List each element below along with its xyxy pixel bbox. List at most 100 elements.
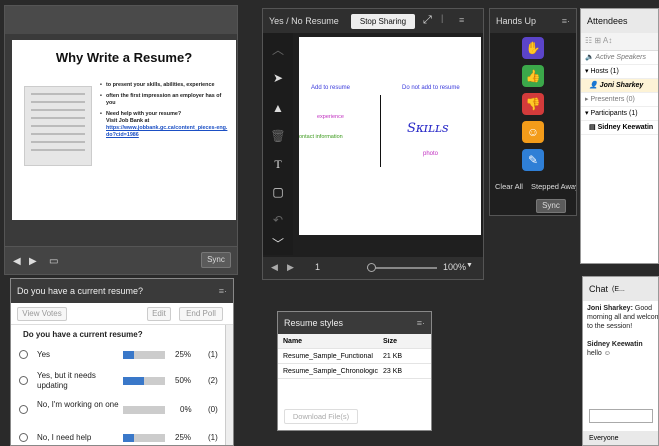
files-header: Resume styles ≡· <box>278 312 431 334</box>
file-row[interactable]: Resume_Sample_Chronological 23 KB <box>278 364 431 379</box>
answer-count: (1) <box>208 350 218 359</box>
answer-percent: 25% <box>175 433 192 442</box>
raise-hand-icon[interactable]: ✋ <box>522 37 544 59</box>
chat-input[interactable] <box>589 409 653 423</box>
whiteboard-header: Yes / No Resume Stop Sharing ⤢ | ≡ <box>263 9 483 33</box>
zoom-slider[interactable] <box>367 267 437 269</box>
divider: | <box>441 13 444 23</box>
answer-text: Yes, but it needs updating <box>37 371 96 390</box>
whiteboard-menu-icon[interactable]: ≡ <box>459 15 464 25</box>
hands-up-sync-button[interactable]: Sync <box>536 199 566 213</box>
next-arrow-icon[interactable]: ▶ <box>29 256 37 267</box>
add-to-resume-label: Add to resume <box>311 85 351 91</box>
resume-styles-pod: Resume styles ≡· Name Size Resume_Sample… <box>277 311 432 431</box>
answer-radio[interactable] <box>19 350 28 359</box>
participants-label: Participants (1) <box>590 110 638 117</box>
slide-sync-button[interactable]: Sync <box>201 252 231 268</box>
host-name: Joni Sharkey <box>599 82 644 89</box>
skills-handwriting: Sᴋɪʟʟs <box>407 121 449 136</box>
participant-name: Sidney Keewatin <box>597 124 654 131</box>
slide-bullets: to present your skills, abilities, exper… <box>100 82 230 143</box>
slide-bullet: often the first impression an employer h… <box>100 93 230 107</box>
tool-up-icon[interactable]: ︿ <box>269 41 287 59</box>
slide-bullet: Need help with your resume?Visit Job Ban… <box>100 111 230 139</box>
prev-arrow-icon[interactable]: ◀ <box>13 256 21 267</box>
name-column-header[interactable]: Name <box>278 338 378 345</box>
smile-icon[interactable]: ☺ <box>522 121 544 143</box>
text-tool-icon[interactable]: T <box>269 155 287 173</box>
delete-icon[interactable]: 🗑 <box>269 127 287 145</box>
sort-icon[interactable]: A↕ <box>603 36 612 45</box>
applause-icon[interactable]: ✎ <box>522 149 544 171</box>
hands-up-pod: Hands Up ≡· ✋ 👍 👎 ☺ ✎ Clear All Stepped … <box>489 8 577 216</box>
whiteboard-canvas[interactable]: Add to resume Do not add to resume exper… <box>299 37 481 235</box>
hands-up-header: Hands Up ≡· <box>490 9 576 33</box>
resume-image <box>24 86 92 166</box>
job-bank-link[interactable]: https://www.jobbank.gc.ca/content_pieces… <box>106 125 227 138</box>
active-speakers-label: Active Speakers <box>595 54 646 61</box>
answer-count: (1) <box>208 433 218 442</box>
answer-bar <box>123 406 165 414</box>
speaker-icon: 🔈 <box>585 54 594 61</box>
fullscreen-icon[interactable]: ▭ <box>49 256 58 267</box>
thumbs-down-icon[interactable]: 👎 <box>522 93 544 115</box>
chat-pod: Chat (E... Joni Sharkey: Good morning al… <box>582 276 659 446</box>
answer-radio[interactable] <box>19 376 28 385</box>
hands-up-menu-icon[interactable]: ≡· <box>562 16 570 26</box>
poll-scrollbar[interactable] <box>225 325 233 445</box>
page-number: 1 <box>315 262 321 272</box>
stop-sharing-button[interactable]: Stop Sharing <box>351 14 415 29</box>
poll-menu-icon[interactable]: ≡· <box>219 286 227 296</box>
presentation-header <box>5 6 237 34</box>
selection-tool-icon[interactable]: ➤ <box>269 69 287 87</box>
poll-question: Do you have a current resume? <box>23 330 143 339</box>
size-column-header[interactable]: Size <box>378 338 397 345</box>
message-text: hello ☺ <box>587 350 611 357</box>
attendees-header: Attendees <box>581 9 658 33</box>
zoom-slider-thumb[interactable] <box>367 263 376 272</box>
zoom-level[interactable]: 100% <box>443 262 466 272</box>
answer-percent: 25% <box>175 350 192 359</box>
prev-page-icon[interactable]: ◀ <box>271 262 278 273</box>
next-page-icon[interactable]: ▶ <box>287 262 294 273</box>
participants-group[interactable]: ▾ Participants (1) <box>581 107 658 121</box>
undo-icon[interactable]: ↶ <box>269 211 287 229</box>
answer-bar <box>123 377 165 385</box>
files-menu-icon[interactable]: ≡· <box>417 318 425 328</box>
thumbs-up-icon[interactable]: 👍 <box>522 65 544 87</box>
list-view-icon[interactable]: ☷ <box>585 36 592 45</box>
active-speakers-row: 🔈 Active Speakers <box>581 51 658 65</box>
attendees-toolbar: ☷ ⊞ A↕ <box>581 33 658 51</box>
hosts-group[interactable]: ▾ Hosts (1) <box>581 65 658 79</box>
host-row[interactable]: 👤 Joni Sharkey <box>581 79 658 93</box>
answer-radio[interactable] <box>19 405 28 414</box>
zoom-dropdown-icon[interactable]: ▼ <box>466 262 473 269</box>
presenters-group[interactable]: ▸ Presenters (0) <box>581 93 658 107</box>
download-files-button[interactable]: Download File(s) <box>284 409 358 424</box>
shape-tool-icon[interactable]: ▢ <box>269 183 287 201</box>
hosts-label: Hosts (1) <box>590 68 619 75</box>
answer-text: Yes <box>37 350 51 359</box>
answer-bar <box>123 351 165 359</box>
view-votes-button[interactable]: View Votes <box>17 307 67 321</box>
clear-all-button[interactable]: Clear All <box>495 182 523 191</box>
edit-poll-button[interactable]: Edit <box>147 307 171 321</box>
marker-tool-icon[interactable]: ▲ <box>269 99 287 117</box>
tool-down-icon[interactable]: ﹀ <box>269 235 287 253</box>
answer-radio[interactable] <box>19 433 28 442</box>
visit-text: Visit Job Bank at <box>106 118 150 124</box>
participant-row[interactable]: ▤ Sidney Keewatin <box>581 121 658 135</box>
end-poll-button[interactable]: End Poll <box>179 307 223 321</box>
file-row[interactable]: Resume_Sample_Functional 21 KB <box>278 349 431 364</box>
files-title: Resume styles <box>284 318 344 328</box>
answer-text: No, I'm working on one <box>37 400 119 409</box>
expand-icon[interactable]: ⤢ <box>423 14 432 27</box>
chat-tab[interactable]: (E... <box>612 286 625 293</box>
hands-up-title: Hands Up <box>496 16 537 26</box>
chat-recipient-select[interactable]: Everyone <box>583 431 658 445</box>
stepped-away-button[interactable]: Stepped Away <box>531 182 576 191</box>
grid-view-icon[interactable]: ⊞ <box>594 36 601 45</box>
presentation-footer: ◀ ▶ ▭ Sync <box>5 246 237 274</box>
experience-label: experience <box>317 114 344 120</box>
photo-label: photo <box>423 151 439 157</box>
